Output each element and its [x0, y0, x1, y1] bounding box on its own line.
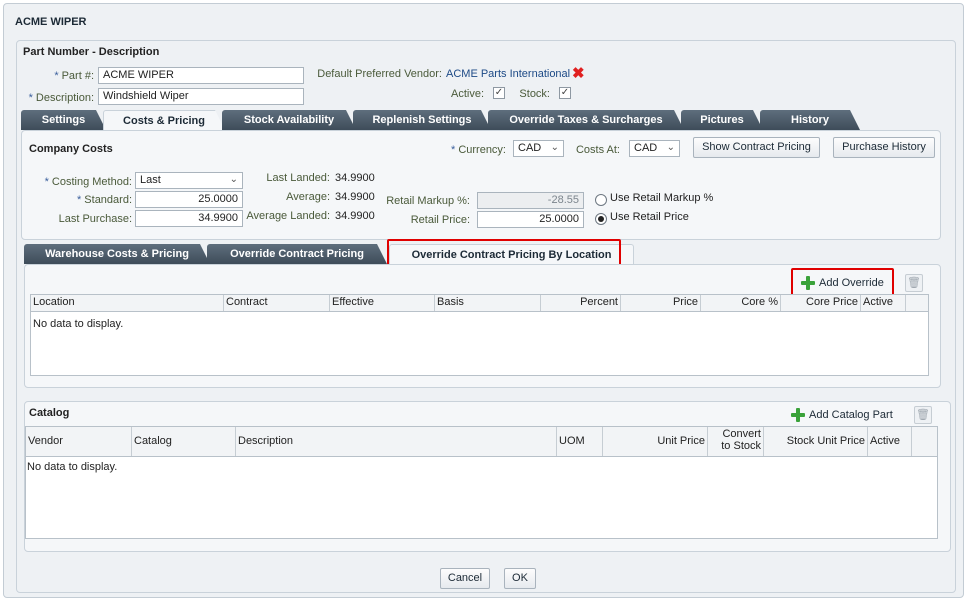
use-retail-price-label: Use Retail Price — [610, 211, 689, 223]
tab-pictures[interactable]: Pictures — [681, 110, 763, 130]
col-description[interactable]: Description — [236, 427, 557, 456]
description-field[interactable]: Windshield Wiper — [98, 88, 304, 105]
currency-label: * Currency: — [451, 144, 506, 156]
stock-checkbox[interactable]: ✓ — [559, 87, 571, 99]
last-landed-label: Last Landed: — [266, 172, 330, 184]
part-number-field[interactable]: ACME WIPER — [98, 67, 304, 84]
chevron-down-icon: ⌄ — [666, 142, 675, 153]
last-purchase-field[interactable]: 34.9900 — [135, 210, 243, 227]
last-landed-value: 34.9900 — [335, 172, 375, 184]
part-number-label: * Part #: — [54, 70, 94, 82]
col-price[interactable]: Price — [621, 295, 701, 311]
catalog-empty-text: No data to display. — [27, 461, 118, 473]
tab-warehouse-costs[interactable]: Warehouse Costs & Pricing — [24, 244, 210, 264]
cancel-button[interactable]: Cancel — [440, 568, 490, 589]
tab-stock-availability[interactable]: Stock Availability — [222, 110, 356, 130]
average-landed-label: Average Landed: — [246, 210, 330, 222]
col-catalog[interactable]: Catalog — [132, 427, 236, 456]
col-basis[interactable]: Basis — [435, 295, 541, 311]
chevron-down-icon: ⌄ — [550, 142, 559, 153]
tab-override-taxes[interactable]: Override Taxes & Surcharges — [488, 110, 684, 130]
retail-price-label: Retail Price: — [410, 214, 470, 226]
tab-costs-pricing[interactable]: Costs & Pricing — [103, 110, 225, 130]
col-catalog-active[interactable]: Active — [868, 427, 912, 456]
col-effective[interactable]: Effective — [330, 295, 435, 311]
active-checkbox[interactable]: ✓ — [493, 87, 505, 99]
tab-history[interactable]: History — [760, 110, 860, 130]
override-grid: Location Contract Effective Basis Percen… — [30, 294, 929, 376]
retail-markup-field: -28.55 — [477, 192, 584, 209]
main-tabs: Settings Costs & Pricing Stock Availabil… — [21, 110, 861, 130]
add-icon — [791, 408, 805, 422]
col-convert-to-stock[interactable]: Convert to Stock — [708, 427, 764, 456]
col-vendor[interactable]: Vendor — [26, 427, 132, 456]
company-costs-title: Company Costs — [29, 143, 113, 155]
col-active[interactable]: Active — [861, 295, 906, 311]
tab-replenish-settings[interactable]: Replenish Settings — [353, 110, 491, 130]
show-contract-pricing-button[interactable]: Show Contract Pricing — [693, 137, 820, 158]
add-catalog-part-button[interactable]: Add Catalog Part — [809, 409, 893, 421]
currency-select[interactable]: CAD ⌄ — [513, 140, 564, 157]
standard-label: * Standard: — [77, 194, 132, 206]
average-landed-value: 34.9900 — [335, 210, 375, 222]
catalog-grid-header: Vendor Catalog Description UOM Unit Pric… — [26, 427, 937, 457]
col-location[interactable]: Location — [31, 295, 224, 311]
remove-vendor-icon[interactable]: ✖ — [572, 64, 585, 82]
col-core-percent[interactable]: Core % — [701, 295, 781, 311]
ok-button[interactable]: OK — [504, 568, 536, 589]
retail-markup-label: Retail Markup %: — [386, 195, 470, 207]
use-retail-markup-label: Use Retail Markup % — [610, 192, 714, 204]
delete-override-icon[interactable]: 🗑 — [905, 274, 923, 292]
col-unit-price[interactable]: Unit Price — [603, 427, 708, 456]
average-label: Average: — [286, 191, 330, 203]
average-value: 34.9900 — [335, 191, 375, 203]
col-percent[interactable]: Percent — [541, 295, 621, 311]
costing-method-select[interactable]: Last ⌄ — [135, 172, 243, 189]
col-contract[interactable]: Contract — [224, 295, 330, 311]
costs-at-select[interactable]: CAD ⌄ — [629, 140, 680, 157]
standard-field[interactable]: 25.0000 — [135, 191, 243, 208]
costs-at-label: Costs At: — [575, 144, 620, 156]
vendor-link[interactable]: ACME Parts International — [446, 68, 570, 80]
purchase-history-button[interactable]: Purchase History — [833, 137, 935, 158]
last-purchase-label: Last Purchase: — [58, 213, 132, 225]
part-section-title: Part Number - Description — [23, 46, 160, 58]
col-stock-unit-price[interactable]: Stock Unit Price — [764, 427, 868, 456]
override-grid-header: Location Contract Effective Basis Percen… — [31, 295, 928, 312]
stock-label: Stock: — [519, 88, 550, 100]
tab-settings[interactable]: Settings — [21, 110, 106, 130]
delete-catalog-icon[interactable]: 🗑 — [914, 406, 932, 424]
catalog-title: Catalog — [29, 407, 70, 419]
retail-price-field[interactable]: 25.0000 — [477, 211, 584, 228]
vendor-label: Default Preferred Vendor: — [317, 68, 442, 80]
costing-method-label: * Costing Method: — [44, 176, 132, 188]
active-label: Active: — [450, 88, 484, 100]
use-retail-price-radio[interactable] — [595, 213, 607, 225]
window-title: ACME WIPER — [15, 16, 87, 28]
dialog-window: ACME WIPER Part Number - Description * Pa… — [3, 3, 964, 598]
description-label: * Description: — [28, 92, 94, 104]
chevron-down-icon: ⌄ — [229, 174, 238, 185]
use-retail-markup-radio[interactable] — [595, 194, 607, 206]
highlight-add-override — [791, 268, 894, 296]
col-uom[interactable]: UOM — [557, 427, 603, 456]
override-empty-text: No data to display. — [33, 318, 124, 330]
catalog-grid: Vendor Catalog Description UOM Unit Pric… — [25, 426, 938, 539]
tab-override-contract-pricing[interactable]: Override Contract Pricing — [207, 244, 387, 264]
col-core-price[interactable]: Core Price — [781, 295, 861, 311]
